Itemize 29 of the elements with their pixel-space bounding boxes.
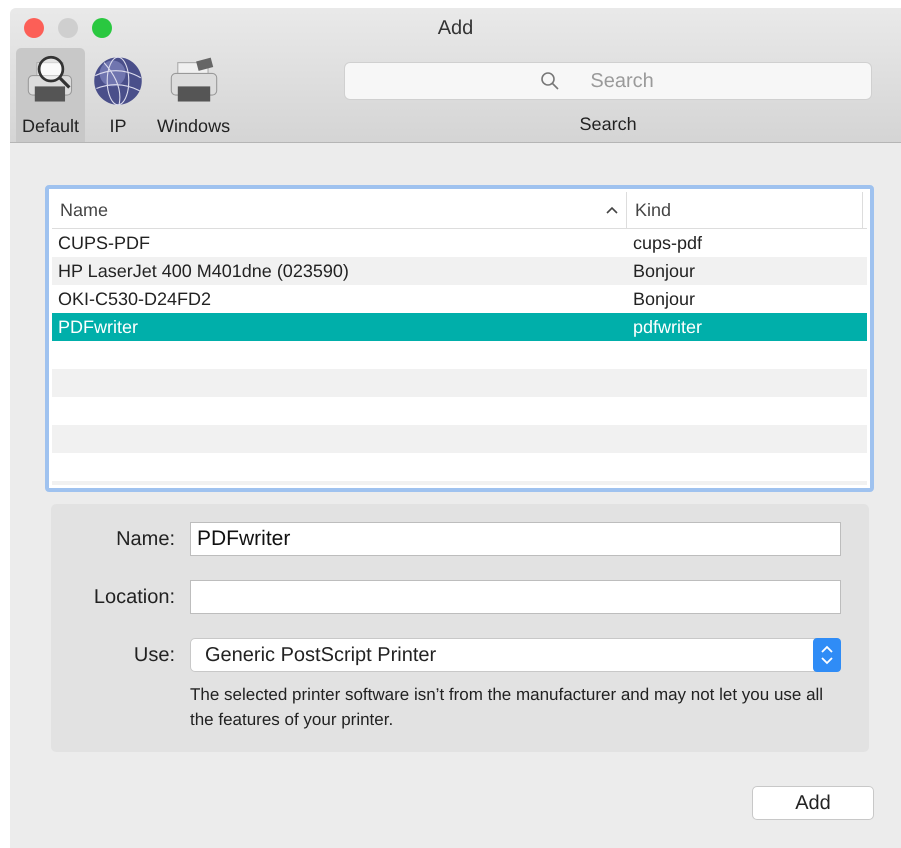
field-label: Use: (132, 644, 175, 666)
table-cell-text: CUPS-PDF (57, 232, 152, 254)
table-cell-text: Bonjour (632, 288, 696, 310)
field-label: Name: (115, 528, 175, 550)
minimize-button[interactable] (58, 18, 78, 38)
toolbar-tab[interactable]: IP (85, 48, 152, 142)
note-text: The selected printer software isn’t from the manufacturer and may not let you use all the features of your printer. (190, 684, 824, 731)
column-header[interactable]: Kind (627, 192, 863, 228)
add-button[interactable]: Add (752, 786, 874, 820)
close-button[interactable] (24, 18, 44, 38)
table-cell-text: PDFwriter (57, 316, 139, 338)
location-field[interactable] (190, 580, 841, 614)
table-cell-text: pdfwriter (632, 316, 704, 338)
table-cell-text: cups-pdf (632, 232, 704, 254)
search-label: Search (580, 114, 637, 135)
field-label: Location: (92, 586, 175, 608)
column-header[interactable]: Name (52, 192, 627, 228)
zoom-button[interactable] (92, 18, 112, 38)
table-cell-text: HP LaserJet 400 M401dne (023590) (57, 260, 350, 282)
window-title: Add (438, 16, 474, 40)
table-cell-text: OKI-C530-D24FD2 (57, 288, 212, 310)
toolbar-tab[interactable]: Default (16, 48, 86, 142)
table-cell-text: Bonjour (632, 260, 696, 282)
name-field[interactable]: PDFwriter (190, 522, 841, 556)
driver-dropdown[interactable]: Generic PostScript Printer (190, 638, 841, 672)
search-field[interactable]: Search (344, 62, 872, 100)
toolbar-tab[interactable]: Windows (151, 48, 236, 142)
updown-arrows-icon (813, 638, 841, 672)
search-icon (540, 71, 560, 91)
